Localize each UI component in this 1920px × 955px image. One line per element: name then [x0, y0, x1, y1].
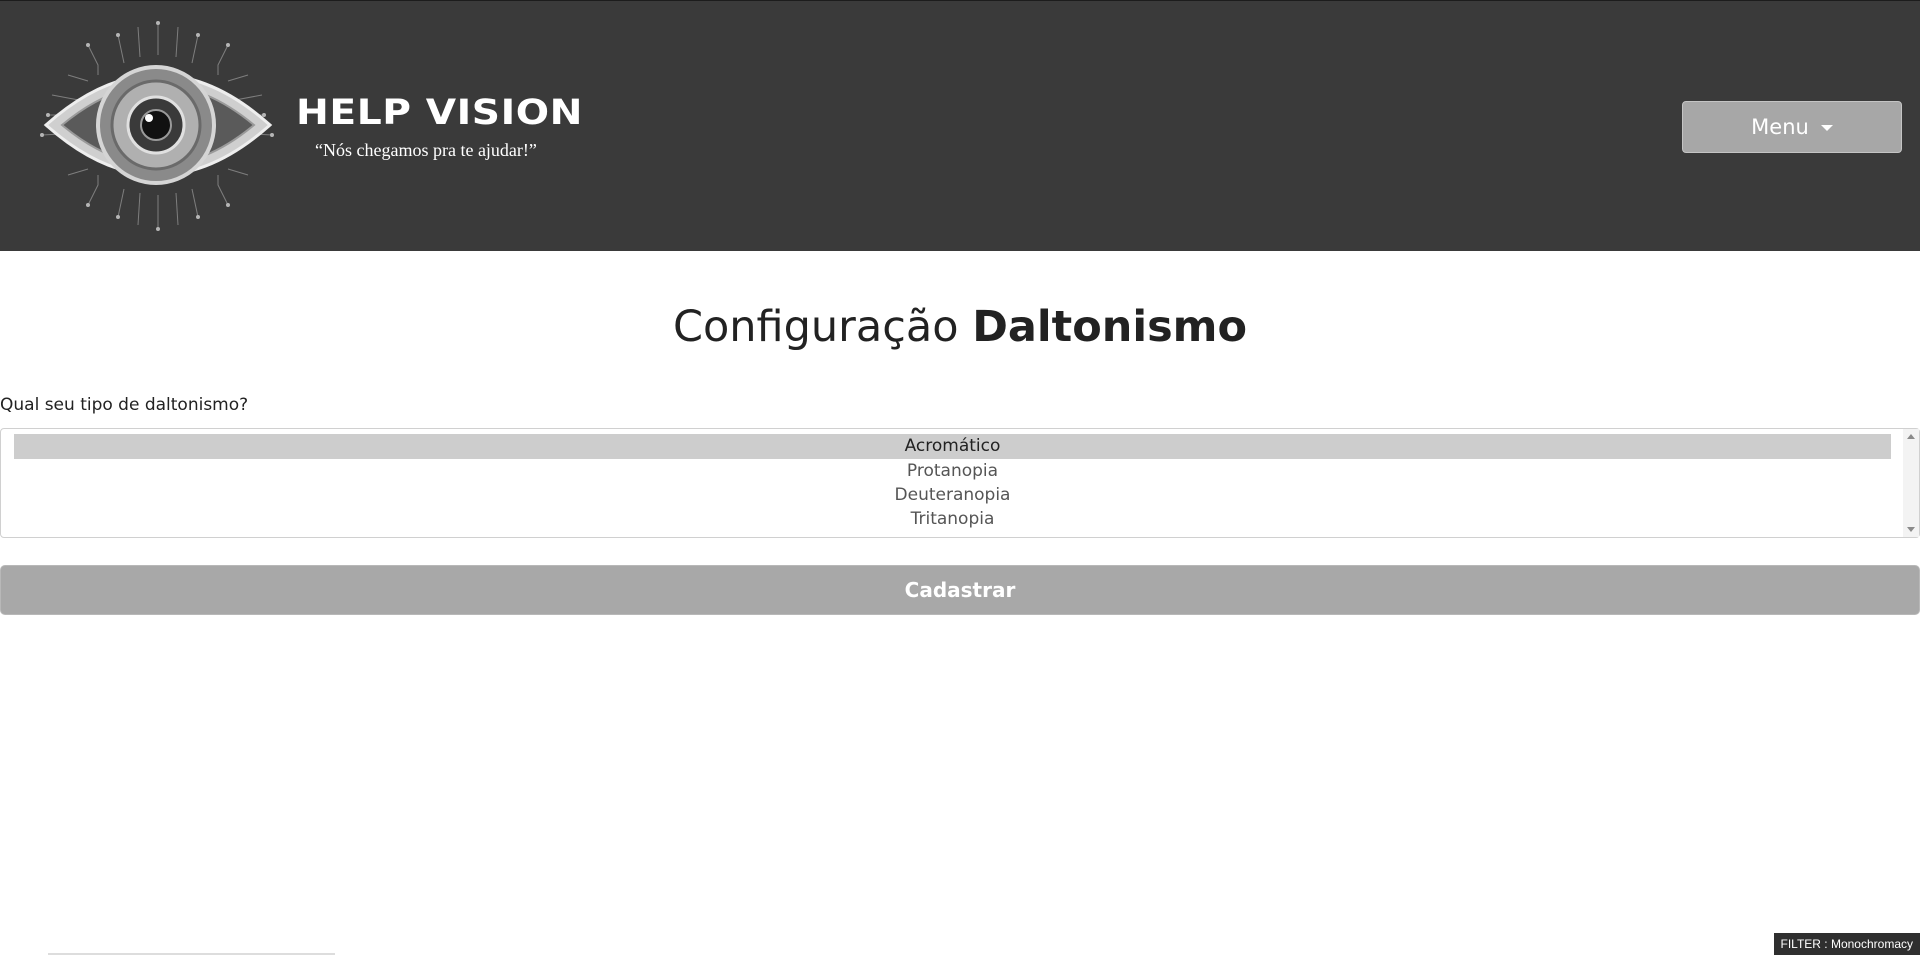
brand-tagline: “Nós chegamos pra te ajudar!” [315, 140, 537, 160]
listbox-options: Acromático Protanopia Deuteranopia Trita… [14, 434, 1891, 531]
site-header: HELP VISION “Nós chegamos pra te ajudar!… [0, 0, 1920, 251]
listbox-scrollbar[interactable] [1903, 429, 1919, 537]
colorblindness-type-listbox[interactable]: Acromático Protanopia Deuteranopia Trita… [0, 428, 1920, 538]
colorblindness-question-label: Qual seu tipo de daltonismo? [0, 395, 249, 415]
filter-badge: FILTER : Monochromacy [1773, 933, 1920, 955]
chevron-down-icon[interactable] [1907, 527, 1915, 532]
caret-down-icon [1820, 125, 1833, 131]
option-acromatico[interactable]: Acromático [14, 434, 1891, 459]
eye-logo-icon[interactable] [28, 15, 288, 237]
option-protanopia[interactable]: Protanopia [14, 459, 1891, 483]
page-title-bold: Daltonismo [972, 302, 1248, 352]
page-title: Configuração Daltonismo [0, 302, 1920, 352]
option-tritanopia[interactable]: Tritanopia [14, 507, 1891, 531]
menu-label: Menu [1751, 115, 1809, 139]
option-deuteranopia[interactable]: Deuteranopia [14, 483, 1891, 507]
brand-title: HELP VISION [296, 93, 583, 133]
chevron-up-icon[interactable] [1907, 434, 1915, 439]
menu-button[interactable]: Menu [1682, 101, 1902, 153]
submit-button[interactable]: Cadastrar [0, 565, 1920, 615]
page-title-regular: Configuração [672, 302, 959, 352]
